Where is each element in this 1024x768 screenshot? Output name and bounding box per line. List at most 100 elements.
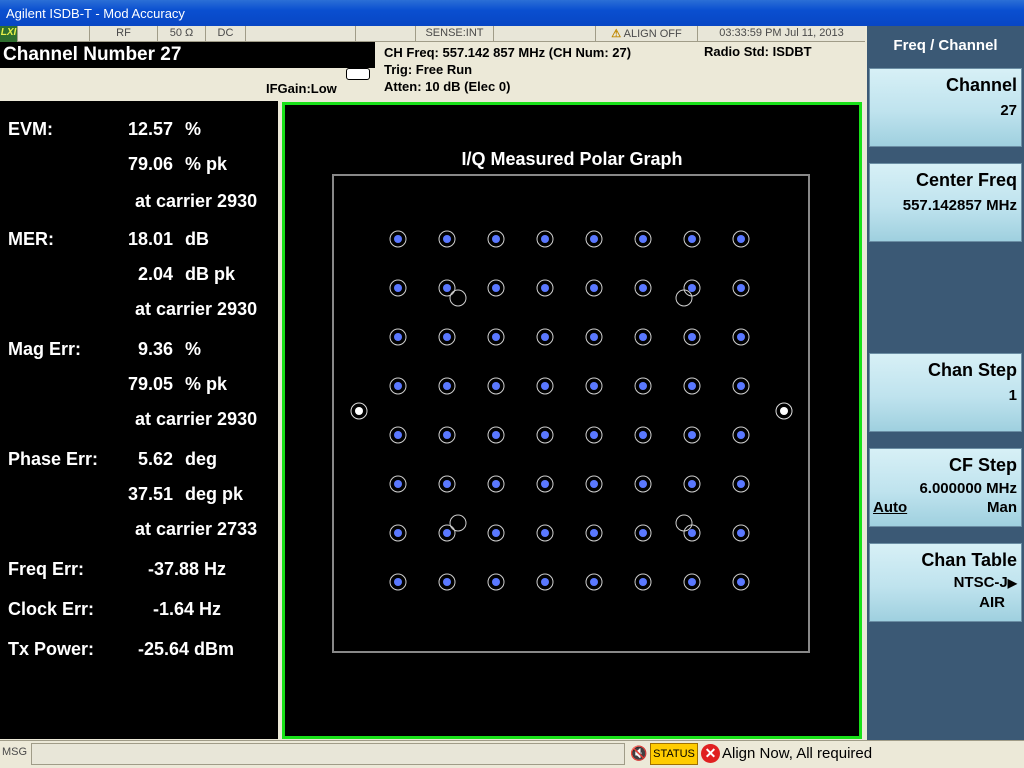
constellation-point (492, 529, 500, 537)
chan-table-softkey[interactable]: Chan Table NTSC-J▶ AIR (869, 543, 1022, 622)
softkey-panel: Freq / Channel Channel 27 Center Freq 55… (867, 26, 1024, 740)
mag-err-row: Mag Err: 9.36 % (0, 339, 278, 361)
channel-softkey-label: Channel (945, 75, 1017, 95)
status-button[interactable]: STATUS (650, 743, 698, 765)
constellation-point (737, 235, 745, 243)
mag-err-pk-value: 79.05 (127, 374, 173, 394)
datetime: 03:33:59 PM Jul 11, 2013 (719, 27, 844, 39)
phase-err-carrier: at carrier 2733 (135, 519, 258, 539)
constellation-point (590, 431, 598, 439)
ifgain-status: IFGain:Low (266, 81, 337, 96)
mute-speaker-icon[interactable]: 🔇 (630, 745, 647, 762)
attenuation: Atten: 10 dB (Elec 0) (384, 79, 511, 94)
sense-indicator: SENSE:INT (416, 26, 494, 42)
info-empty-4 (494, 26, 596, 42)
mag-err-pk-unit: % pk (185, 374, 228, 394)
freq-err-value: -37.88 Hz (147, 559, 226, 579)
tx-power-value: -25.64 dBm (137, 639, 234, 659)
channel-softkey[interactable]: Channel 27 (869, 68, 1022, 147)
info-empty-3 (356, 26, 416, 42)
constellation-point (394, 235, 402, 243)
constellation-point (639, 431, 647, 439)
constellation-point (394, 529, 402, 537)
mag-err-label: Mag Err: (8, 339, 82, 359)
constellation-point (443, 480, 451, 488)
phase-err-value: 5.62 (137, 449, 173, 469)
evm-unit: % (185, 119, 202, 139)
trigger-icon (346, 68, 370, 80)
constellation-point (688, 284, 696, 292)
mag-err-unit: % (185, 339, 202, 359)
cf-step-softkey[interactable]: CF Step 6.000000 MHz Auto Man (869, 448, 1022, 527)
rf-indicator: RF (90, 26, 158, 42)
center-freq-value: 557.142857 MHz (902, 197, 1017, 214)
constellation-point (737, 578, 745, 586)
constellation-point (492, 333, 500, 341)
msg-label: MSG (2, 746, 28, 758)
constellation-point (492, 284, 500, 292)
info-empty-2 (246, 26, 356, 42)
tx-power-row: Tx Power: -25.64 dBm (0, 639, 278, 661)
ch-freq: CH Freq: 557.142 857 MHz (CH Num: 27) (384, 45, 632, 60)
phase-err-row: Phase Err: 5.62 deg (0, 449, 278, 471)
chan-table-value1: NTSC-J (953, 574, 1008, 591)
constellation-point (394, 333, 402, 341)
chan-table-value1-wrap: NTSC-J▶ (954, 574, 1017, 591)
status-bar: MSG 🔇 STATUS ✕ Align Now, All required (0, 740, 1024, 768)
evm-value: 12.57 (127, 119, 173, 139)
constellation-point (688, 578, 696, 586)
constellation-point (639, 235, 647, 243)
constellation-point (737, 529, 745, 537)
mer-pk-unit: dB pk (185, 264, 236, 284)
chan-step-value: 1 (1008, 387, 1017, 404)
results-panel: EVM: 12.57 % 79.06 % pk at carrier 2930 … (0, 101, 278, 739)
window-title: Agilent ISDB-T - Mod Accuracy (0, 0, 1024, 26)
channel-title: Channel Number 27 (0, 42, 375, 68)
mag-err-value: 9.36 (137, 339, 173, 359)
chan-table-value2: AIR (979, 594, 1005, 611)
constellation-point (590, 529, 598, 537)
constellation-point (443, 284, 451, 292)
align-indicator: ⚠ ALIGN OFF (596, 26, 698, 42)
constellation-points (350, 230, 793, 591)
constellation-point (688, 431, 696, 439)
evm-pk-unit: % pk (185, 154, 228, 174)
radio-standard: Radio Std: ISDBT (704, 44, 812, 59)
mag-err-pk-row: 79.05 % pk (0, 374, 278, 396)
constellation-point (492, 578, 500, 586)
constellation-point (590, 235, 598, 243)
center-freq-label: Center Freq (915, 170, 1017, 190)
cf-step-auto[interactable]: Auto (873, 499, 907, 516)
reference-ring (675, 289, 693, 307)
constellation-point (639, 382, 647, 390)
constellation-point (737, 480, 745, 488)
clock-err-row: Clock Err: -1.64 Hz (0, 599, 278, 621)
mer-pk-value: 2.04 (137, 264, 173, 284)
constellation-point (541, 480, 549, 488)
constellation-point (639, 529, 647, 537)
constellation-point (737, 333, 745, 341)
constellation-point (394, 382, 402, 390)
constellation-point (492, 235, 500, 243)
polar-graph-panel[interactable]: I/Q Measured Polar Graph (282, 102, 862, 739)
constellation-point (394, 578, 402, 586)
constellation-point (737, 382, 745, 390)
chan-step-softkey[interactable]: Chan Step 1 (869, 353, 1022, 432)
constellation-point (639, 333, 647, 341)
mer-pk-row: 2.04 dB pk (0, 264, 278, 286)
error-icon: ✕ (701, 744, 720, 763)
coupling-indicator: DC (206, 26, 246, 42)
phase-err-pk-value: 37.51 (127, 484, 173, 504)
clock-err-label: Clock Err: (8, 599, 95, 619)
constellation-point (541, 284, 549, 292)
cf-step-man[interactable]: Man (987, 499, 1017, 516)
chan-table-label: Chan Table (921, 550, 1017, 570)
constellation-point (688, 382, 696, 390)
center-freq-softkey[interactable]: Center Freq 557.142857 MHz (869, 163, 1022, 242)
constellation-point (590, 578, 598, 586)
constellation-point (737, 431, 745, 439)
phase-err-pk-unit: deg pk (185, 484, 244, 504)
evm-carrier: at carrier 2930 (135, 191, 258, 211)
align-status: ALIGN OFF (623, 28, 682, 40)
constellation-point (541, 235, 549, 243)
